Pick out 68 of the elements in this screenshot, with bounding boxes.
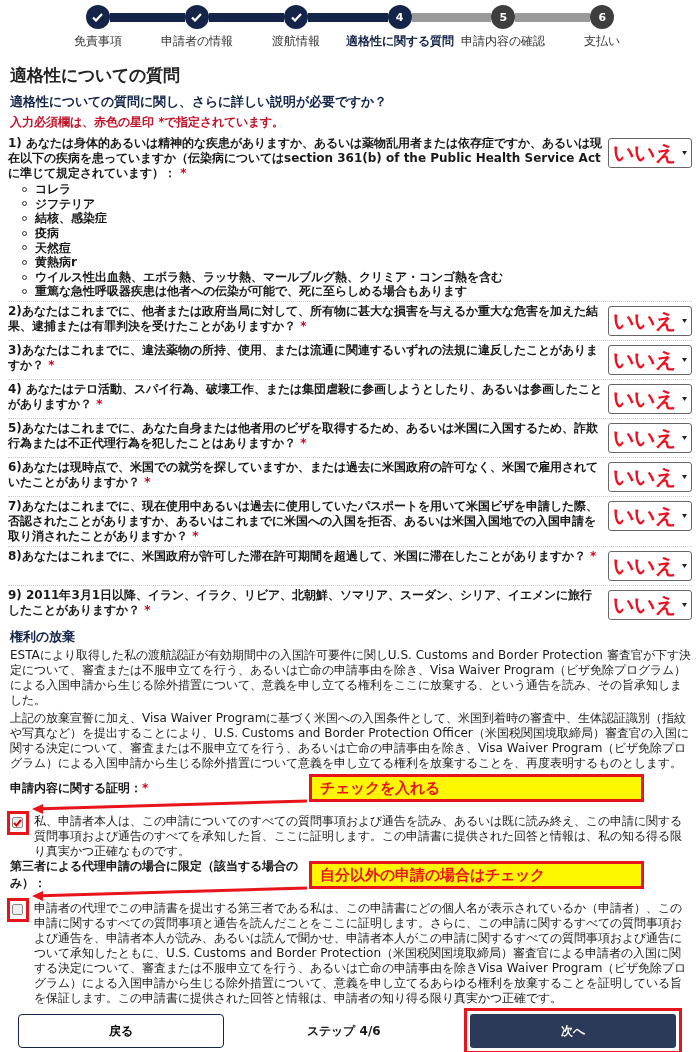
answer-select[interactable]: いいえ (608, 423, 692, 453)
answer-select[interactable]: いいえ (608, 384, 692, 414)
section-title: 第三者による代理申請の場合に限定（該当する場合のみ）： (10, 858, 299, 892)
step-label: 申請内容の確認 (461, 33, 546, 50)
caret-icon (682, 514, 687, 518)
list-item: コレラ (35, 182, 71, 197)
section-title: 申請内容に関する証明：* (10, 779, 149, 797)
waiver-paragraph: 上記の放棄宣誓に加え、Visa Waiver Programに基づく米国への入国条件として、米国到着時の審査中、生体認証識別（指紋や写真など）を提出することにより、U.S. Customs and Border Protection Officer（米国税関国境取締局）審査官の入国に関する決定について、審査または不服申立てを行う、あるいは亡命の申請事由を除き、Visa Waiver Program（ビザ免除プログラム）による入国申請から生じる除外措置について意義を申し立てる権利を放棄することを、再度表明するものとします。 (10, 711, 690, 771)
answer-select[interactable]: いいえ (608, 462, 692, 492)
section-title: 権利の放棄 (10, 628, 76, 646)
step-indicator: ステップ 4/6 (307, 1022, 381, 1040)
answer-select[interactable]: いいえ (608, 345, 692, 375)
question-text: 4) あなたはテロ活動、スパイ行為、破壊工作、または集団虐殺に参画しようとしたり、あるいは参画したことがありますか？ * (8, 382, 602, 412)
check-icon (92, 12, 104, 22)
certification-text: 私、申請者本人は、この申請についてのすべての質問事項および通告を読み、あるいは既に読み終え、この申請に関する質問事項および通告のすべてを承知した旨、ここに証明します。この申請書に提供された回答と情報は、私の知る得る限り真実かつ正確なものです。 (34, 814, 683, 859)
question-text: 5)あなたはこれまでに、あなた自身または他者用のビザを取得するため、あるいは米国に入国するため、詐欺行為または不正代理行為を犯したことはありますか？ * (8, 421, 599, 451)
question-text: 6)あなたは現時点で、米国での就労を探していますか、または過去に米国政府の許可なく、米国で雇用されていたことがありますか？ * (8, 460, 599, 490)
caret-icon (682, 319, 687, 323)
list-item: 重篤な急性呼吸器疾患は他者への伝染が可能で、死に至らしめる場合もあります (35, 284, 467, 299)
step-number: 6 (598, 10, 607, 24)
list-item: 疫病 (35, 225, 59, 241)
answer-select[interactable]: いいえ (608, 590, 692, 620)
callout-label: チェックを入れる (309, 774, 644, 802)
question-text: 7)あなたはこれまでに、現在使用中あるいは過去に使用していたパスポートを用いて米国ビザを申請した際、否認されたことがありますか、あるいはこれまでに米国への入国を拒否、あるいは米国入国地での入国申請を取り消されたことがありますか？ * (8, 499, 599, 544)
question-text: 8)あなたはこれまでに、米国政府が許可した滞在許可期間を超過して、米国に滞在したことがありますか？ * (8, 549, 598, 564)
back-button[interactable]: 戻る (18, 1014, 224, 1048)
check-icon (191, 12, 203, 22)
answer-select[interactable]: いいえ (608, 551, 692, 581)
step-number: 5 (499, 10, 508, 24)
progress-segment (411, 12, 454, 22)
caret-icon (682, 603, 687, 607)
list-item: 天然痘 (35, 240, 71, 255)
page-heading: 適格性についての質問 (10, 64, 181, 87)
question-text: 3)あなたはこれまでに、違法薬物の所持、使用、または流通に関連するいずれの法規に違反したことがありますか？ * (8, 343, 599, 373)
progress-segment (552, 12, 591, 22)
caret-icon (682, 436, 687, 440)
waiver-paragraph: ESTAにより取得した私の渡航認証が有効期間中の入国許可要件に関しU.S. Customs and Border Protection 審査官が下す決定について、審査または不服申立てを行う、あるいは亡命の申請事由を除き、Visa Waiver Program（ビザ免除プログラム）による入国申請から生じる除外措置について、意義を申し立てる権利をここに放棄する、という通告を読み、その旨承知しました。 (10, 648, 692, 708)
caret-icon (682, 564, 687, 568)
step-label: 支払い (584, 33, 621, 50)
list-item: 黄熱病r (35, 255, 77, 270)
answer-select[interactable]: いいえ (608, 138, 692, 168)
progress-segment (515, 12, 553, 22)
caret-icon (682, 151, 687, 155)
required-note: 入力必須欄は、赤色の星印 *で指定されています。 (10, 114, 286, 131)
question-text: 9) 2011年3月1日以降、イラン、イラク、リビア、北朝鮮、ソマリア、スーダン、シリア、イエメンに旅行したことがありますか？ * (8, 588, 594, 618)
next-button[interactable]: 次へ (470, 1014, 676, 1048)
question-text: 2)あなたはこれまでに、他者または政府当局に対して、所有物に甚大な損害を与えるか重大な危害を加えた結果、逮捕または有罪判決を受けたことがありますか？ * (8, 304, 599, 334)
check-icon (290, 12, 302, 22)
caret-icon (682, 358, 687, 362)
step-number: 4 (395, 10, 404, 24)
caret-icon (682, 475, 687, 479)
list-item: ジフテリア (35, 196, 95, 211)
caret-icon (682, 397, 687, 401)
section-subheading: 適格性についての質問に関し、さらに詳しい説明が必要ですか？ (10, 93, 388, 111)
step-label: 適格性に関する質問 (345, 33, 454, 50)
callout-label: 自分以外の申請の場合はチェック (309, 861, 644, 889)
third-party-text: 申請者の代理でこの申請書を提出する第三者である私は、この申請書にどの個人名が表示されているか（申請者）、この申請に関するすべての質問事項と通告を読んだことをここに証明します。さらに、この申請に関するすべての質問事項および通告を、申請者本人が読み、あるいは読んで聞かせ、申請者本人がこの申請に関するすべての質問事項および通告について承知したともに、U.S. Customs and Border Protection（米国税関国境取締局）審査官による申請者の入国に関する決定について、審査または不服申立てを行う、あるいは亡命の申請事由を除きVisa Waiver Program（ビザ免除プログラム）による入国申請から生じる除外措置について、意義を申し立てるあらゆる権利を放棄することを証明している旨を保証します。この申請書に提供された回答と情報は、申請者の知り得る限り真実かつ正確です。 (34, 901, 688, 1006)
list-item: ウイルス性出血熱、エボラ熱、ラッサ熱、マールブルグ熱、クリミア・コンゴ熱を含む (35, 269, 503, 284)
checkbox[interactable] (12, 904, 23, 915)
answer-select[interactable]: いいえ (608, 306, 692, 336)
step-label: 免責事項 (73, 33, 122, 50)
progress-segment (453, 12, 492, 22)
step-label: 申請者の情報 (160, 33, 233, 50)
list-item: 結核、感染症 (35, 211, 107, 226)
question-text: 1) あなたは身体的あるいは精神的な疾患がありますか、あるいは薬物乱用者または依存症ですか、あるいは現在以下の疾病を患っていますか（伝染病についてはsection 361(b) of the Public Health Service Actに準じて規定されています）： * (8, 136, 602, 181)
answer-select[interactable]: いいえ (608, 501, 692, 531)
checkbox[interactable] (12, 817, 23, 828)
step-label: 渡航情報 (272, 33, 320, 50)
